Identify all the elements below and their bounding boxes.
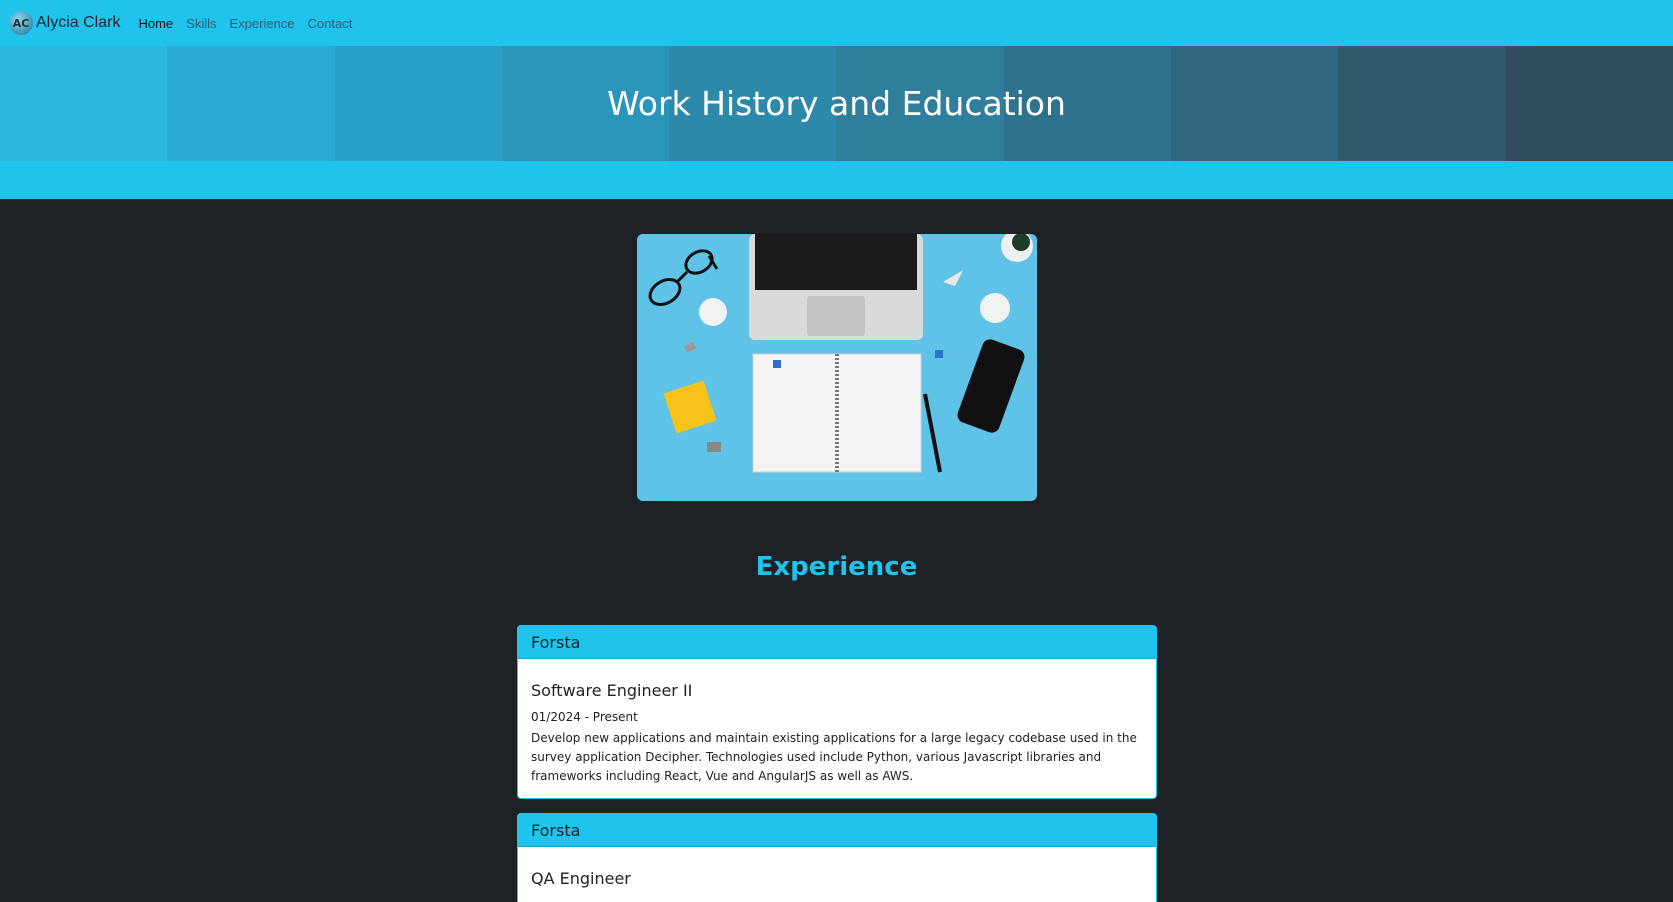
nav-link-skills[interactable]: Skills [186, 16, 216, 31]
job-title: Software Engineer II [531, 681, 693, 700]
job-title: QA Engineer [531, 869, 631, 888]
nav-link-contact[interactable]: Contact [308, 16, 353, 31]
brand-name: Alycia Clark [36, 14, 121, 31]
brand[interactable]: AC Alycia Clark [9, 11, 120, 35]
nav-links: Home Skills Experience Contact [138, 16, 365, 31]
job-dates: 01/2024 - Present [531, 710, 638, 724]
notebook-icon [752, 353, 922, 473]
nav-link-experience[interactable]: Experience [230, 16, 295, 31]
brand-logo: AC [9, 11, 33, 35]
job-description: Develop new applications and maintain ex… [531, 731, 1137, 783]
nav-link-home[interactable]: Home [138, 16, 173, 31]
experience-heading: Experience [755, 552, 918, 582]
job-company: Forsta [518, 814, 1156, 847]
job-card: Forsta Software Engineer II 01/2024 - Pr… [517, 625, 1157, 799]
job-body: QA Engineer [518, 847, 1156, 902]
job-body: Software Engineer II 01/2024 - Present D… [518, 659, 1156, 798]
page-title: Work History and Education [607, 84, 1066, 123]
top-navbar: AC Alycia Clark Home Skills Experience C… [0, 0, 1673, 46]
desk-illustration [637, 234, 1037, 501]
desk-image [637, 234, 1037, 501]
hero-strip [0, 161, 1673, 199]
laptop-icon [749, 234, 923, 340]
job-company: Forsta [518, 626, 1156, 659]
job-card: Forsta QA Engineer [517, 813, 1157, 902]
